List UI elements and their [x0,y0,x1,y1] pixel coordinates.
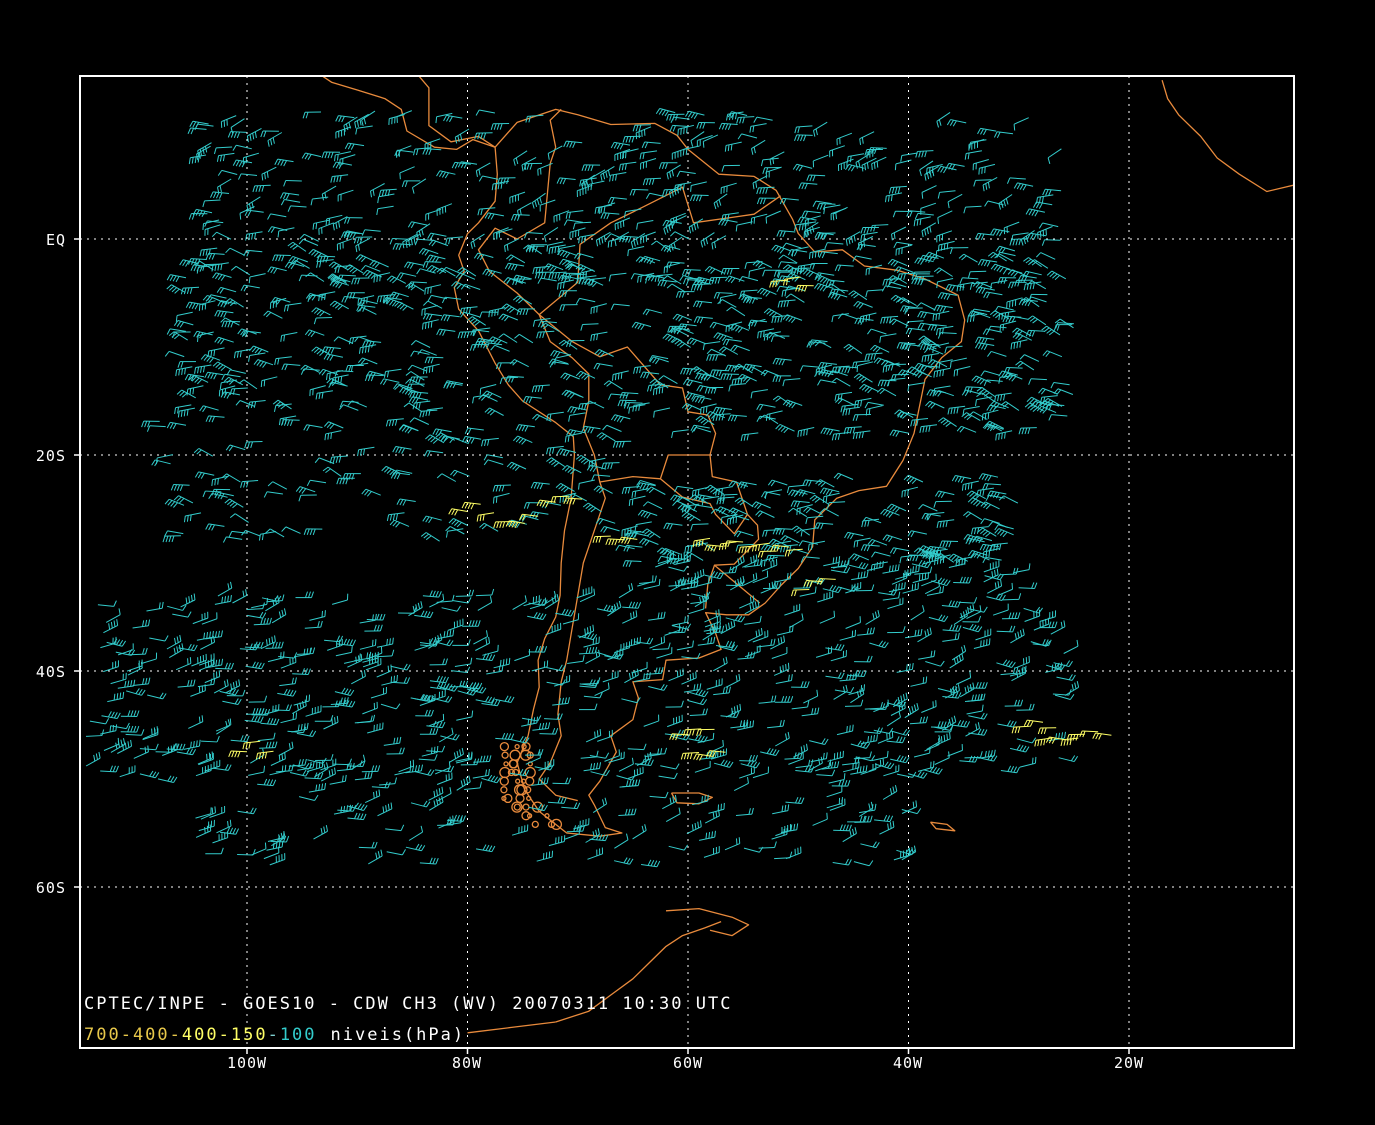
lon-label-40w: 40W [893,1054,923,1072]
lat-label-20s: 20S [36,447,66,465]
legend-units: niveis(hPa) [331,1025,466,1045]
legend-level-400-150: 400-150 [182,1025,268,1045]
legend-separator-2: - [268,1025,280,1045]
legend-level-700-400: 700-400 [84,1025,170,1045]
wind-map: 100W 80W 60W 40W 20W EQ 20S 40S 60S CPTE… [0,0,1375,1125]
lon-label-80w: 80W [452,1054,482,1072]
lat-label-40s: 40S [36,663,66,681]
lon-label-60w: 60W [673,1054,703,1072]
legend-level-100: 100 [280,1025,317,1045]
legend-separator-1: - [170,1025,182,1045]
lat-label-eq: EQ [46,231,66,249]
pressure-legend: 700-400-400-150-100 niveis(hPa) [84,1025,465,1045]
map-title: CPTEC/INPE - GOES10 - CDW CH3 (WV) 20070… [84,994,732,1014]
lon-label-20w: 20W [1114,1054,1144,1072]
lon-label-100w: 100W [227,1054,267,1072]
lat-label-60s: 60S [36,879,66,897]
